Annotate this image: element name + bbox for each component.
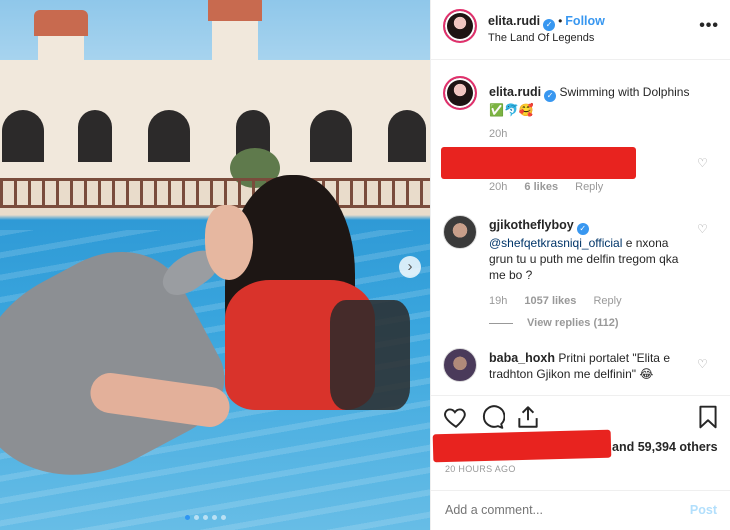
arch [148, 110, 190, 162]
share-icon[interactable] [515, 404, 541, 430]
carousel-dots [185, 515, 226, 520]
comment-likes[interactable]: 6 likes [524, 181, 558, 193]
replies-divider-line [489, 322, 513, 324]
view-replies-button[interactable]: View replies (112) [489, 317, 619, 329]
caption-username[interactable]: elita.rudi [489, 85, 541, 99]
follow-button[interactable]: Follow [565, 14, 605, 28]
comment-username[interactable]: gjikotheflyboy [489, 218, 574, 232]
arch [78, 110, 112, 162]
post-location[interactable]: The Land Of Legends [488, 32, 594, 44]
tower-center [208, 0, 262, 95]
instagram-post-view: › elita.rudi ✓ • Follow The Land Of Legends… [0, 0, 730, 530]
comment-body: gjikotheflyboy ✓ @shefqetkrasniqi_officia… [489, 217, 694, 283]
comment-meta: 19h 1057 likes Reply [489, 295, 636, 307]
add-comment-input[interactable] [445, 503, 675, 517]
post-sidebar: elita.rudi ✓ • Follow The Land Of Legends •… [430, 0, 730, 530]
separator-dot: • [558, 14, 563, 28]
comment-time: 20h [489, 181, 508, 193]
verified-badge-icon: ✓ [544, 90, 557, 102]
caption-time: 20h [489, 128, 508, 140]
comment-like-heart-icon[interactable]: ♡ [697, 157, 709, 169]
likes-redaction-mark [432, 429, 612, 463]
comment-reply-button[interactable]: Reply [593, 295, 621, 307]
author-avatar[interactable] [443, 9, 477, 43]
person-face [205, 205, 253, 280]
likes-others-count[interactable]: and 59,394 others [612, 440, 718, 454]
add-comment-bar: Post [431, 490, 730, 530]
redaction-mark [441, 147, 636, 179]
verified-badge-icon: ✓ [543, 19, 556, 31]
save-bookmark-icon[interactable] [695, 404, 721, 430]
post-timestamp: 20 HOURS AGO [445, 464, 516, 474]
like-heart-icon[interactable] [443, 404, 469, 430]
carousel-dot [221, 515, 226, 520]
caption-body: elita.rudi ✓ Swimming with Dolphins ✅🐬🥰 [489, 84, 694, 118]
comment-time: 19h [489, 295, 508, 307]
post-header: elita.rudi ✓ • Follow The Land Of Legends •… [431, 0, 730, 60]
comment-mention[interactable]: @shefqetkrasniqi_official [489, 236, 622, 250]
caption-emojis: ✅🐬🥰 [489, 103, 534, 117]
comment-like-heart-icon[interactable]: ♡ [697, 358, 709, 370]
vest-strap [330, 300, 410, 410]
comment-username[interactable]: baba_hoxh [489, 351, 555, 365]
comment-body: baba_hoxh Pritni portalet "Elita e tradh… [489, 350, 694, 382]
carousel-dot [185, 515, 190, 520]
post-photo[interactable]: › [0, 0, 430, 530]
arch [310, 110, 352, 162]
view-replies-label: View replies (112) [527, 317, 619, 329]
arch [2, 110, 44, 162]
comment-bubble-icon[interactable] [479, 404, 505, 430]
railing [0, 178, 430, 208]
carousel-dot [194, 515, 199, 520]
caption-meta: 20h [489, 128, 521, 140]
comment-likes[interactable]: 1057 likes [524, 295, 576, 307]
comment-reply-button[interactable]: Reply [575, 181, 603, 193]
building-background [0, 0, 430, 180]
post-comment-button[interactable]: Post [690, 503, 717, 517]
comment-like-heart-icon[interactable]: ♡ [697, 223, 709, 235]
arch [388, 110, 426, 162]
author-avatar[interactable] [443, 76, 477, 110]
carousel-dot [212, 515, 217, 520]
more-options-icon[interactable]: ••• [699, 17, 719, 35]
carousel-dot [203, 515, 208, 520]
comment-meta: 20h 6 likes Reply [489, 181, 617, 193]
verified-badge-icon: ✓ [576, 223, 589, 235]
caption-text: Swimming with Dolphins [559, 85, 690, 99]
author-username[interactable]: elita.rudi [488, 14, 540, 28]
next-photo-arrow-icon[interactable]: › [399, 256, 421, 278]
commenter-avatar[interactable] [443, 348, 477, 382]
tower-left [34, 10, 88, 110]
commenter-avatar[interactable] [443, 215, 477, 249]
header-name-line: elita.rudi ✓ • Follow [488, 14, 605, 31]
